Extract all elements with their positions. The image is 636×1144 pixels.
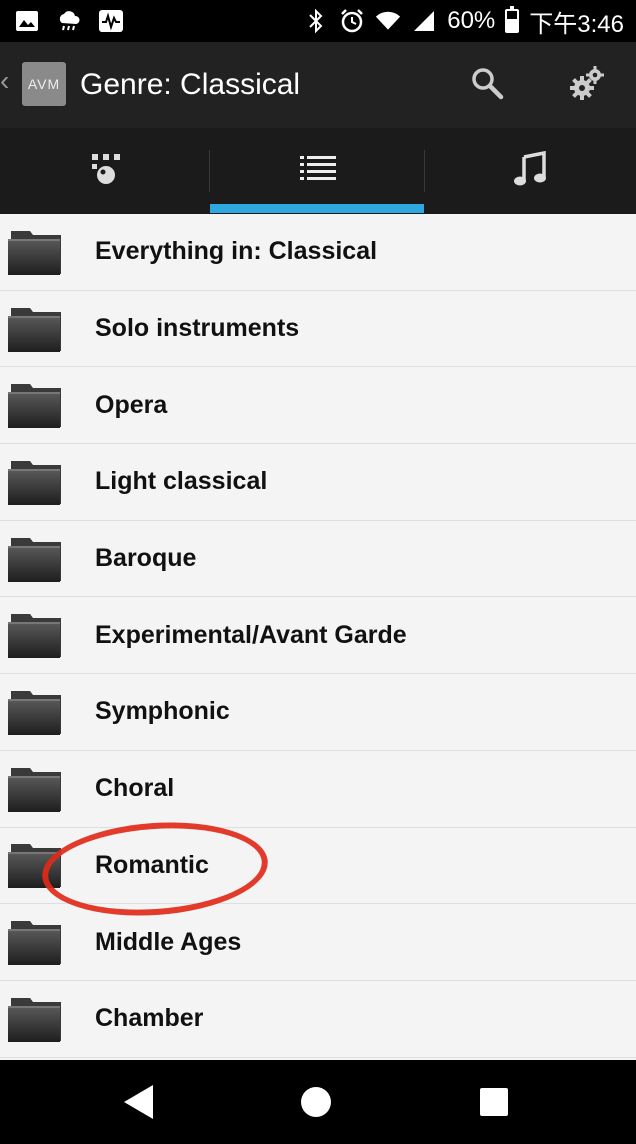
tab-connections[interactable] xyxy=(0,128,212,214)
list-item-label: Opera xyxy=(95,390,168,419)
list-item-label: Choral xyxy=(95,774,175,803)
folder-icon xyxy=(6,994,64,1044)
folder-icon xyxy=(6,380,64,430)
list-item[interactable]: Choral xyxy=(0,751,636,828)
tab-list[interactable] xyxy=(212,128,424,214)
recents-square-icon xyxy=(479,1087,509,1122)
list-icon xyxy=(300,154,336,189)
clock: 下午3:46 xyxy=(529,10,624,38)
list-item[interactable]: Experimental/Avant Garde xyxy=(0,597,636,675)
list-item-label: Solo instruments xyxy=(95,314,300,343)
list-item-label: Light classical xyxy=(95,467,268,496)
alarm-icon xyxy=(339,8,365,34)
status-bar: 60% 下午3:46 xyxy=(0,0,636,42)
folder-icon xyxy=(6,840,64,890)
list-item-label: Everything in: Classical xyxy=(95,237,378,266)
wifi-icon xyxy=(375,8,401,34)
list-item-label: Chamber xyxy=(95,1004,204,1033)
list-item[interactable]: Romantic xyxy=(0,828,636,905)
folder-icon xyxy=(6,764,64,814)
tab-selected-indicator xyxy=(210,204,424,213)
list-item-label: Middle Ages xyxy=(95,927,242,956)
back-button[interactable] xyxy=(116,1082,160,1126)
activity-icon xyxy=(98,8,124,34)
tab-songs[interactable] xyxy=(424,128,636,214)
home-circle-icon xyxy=(299,1085,333,1124)
action-bar: ‹ AVM Genre: Classical xyxy=(0,42,636,130)
folder-icon xyxy=(6,610,64,660)
bluetooth-icon xyxy=(303,8,329,34)
list-item[interactable]: Middle Ages xyxy=(0,904,636,981)
list-item-label: Symphonic xyxy=(95,697,230,726)
page-title: Genre: Classical xyxy=(80,68,301,101)
folder-icon xyxy=(6,227,64,277)
navigation-bar xyxy=(0,1060,636,1144)
settings-button[interactable] xyxy=(564,62,610,108)
music-note-icon xyxy=(513,150,547,192)
battery-percent: 60% xyxy=(447,7,496,34)
folder-icon xyxy=(6,457,64,507)
folder-icon xyxy=(6,304,64,354)
folder-icon xyxy=(6,534,64,584)
list-item[interactable]: Solo instruments xyxy=(0,291,636,368)
list-item[interactable]: Opera xyxy=(0,367,636,445)
tab-bar xyxy=(0,128,636,214)
chevron-left-icon[interactable]: ‹ xyxy=(0,66,9,96)
list-item-label: Romantic xyxy=(95,850,209,879)
folder-icon xyxy=(6,917,64,967)
list-item[interactable]: Light classical xyxy=(0,444,636,521)
list-item-label: Experimental/Avant Garde xyxy=(95,620,407,649)
list-item[interactable]: Symphonic xyxy=(0,674,636,751)
signal-icon xyxy=(411,8,437,34)
battery-icon xyxy=(505,6,520,33)
list-item[interactable]: Chamber xyxy=(0,981,636,1058)
image-icon xyxy=(14,8,40,34)
home-button[interactable] xyxy=(294,1082,338,1126)
gear-icon xyxy=(568,64,606,107)
recents-button[interactable] xyxy=(472,1082,516,1126)
connections-icon xyxy=(86,151,126,192)
list-item[interactable]: Everything in: Classical xyxy=(0,214,636,291)
search-icon xyxy=(470,66,504,105)
search-button[interactable] xyxy=(464,62,510,108)
genre-list: Everything in: Classical Solo instruments… xyxy=(0,214,636,1060)
weather-icon xyxy=(56,8,82,34)
folder-icon xyxy=(6,687,64,737)
back-triangle-icon xyxy=(121,1083,155,1126)
list-item[interactable]: Baroque xyxy=(0,521,636,598)
app-logo[interactable]: AVM xyxy=(22,62,66,106)
list-item-label: Baroque xyxy=(95,544,197,573)
